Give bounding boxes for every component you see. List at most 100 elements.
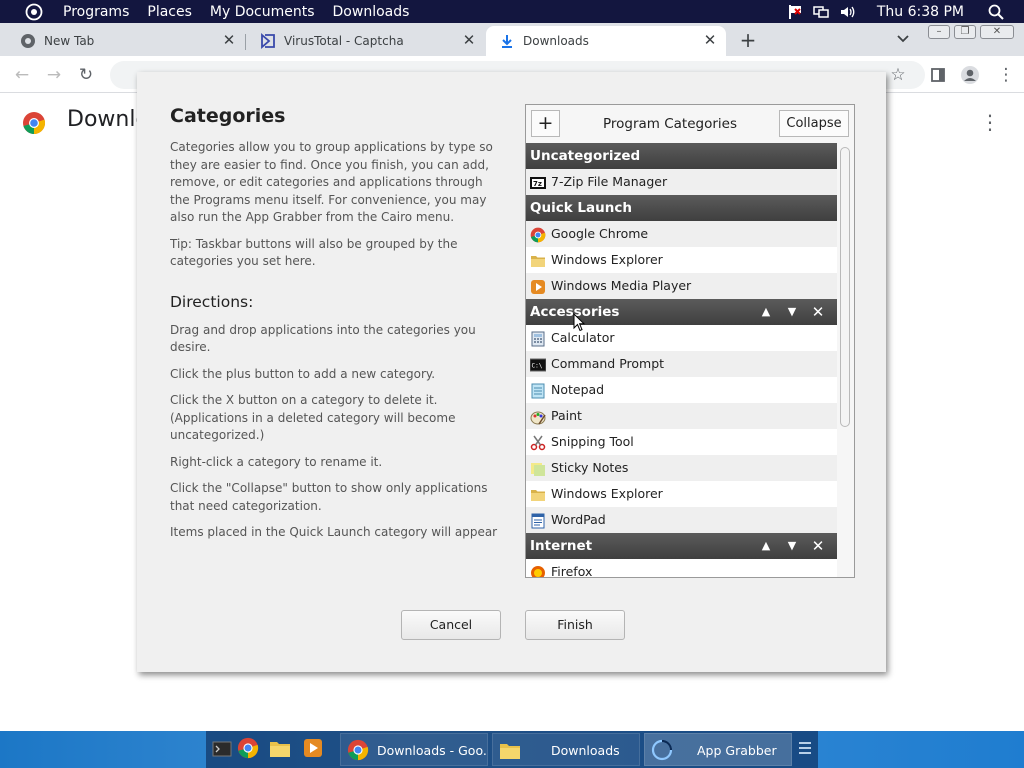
chevron-down-icon[interactable] bbox=[897, 32, 909, 47]
tab-title: VirusTotal - Captcha bbox=[284, 34, 404, 48]
chrome-icon[interactable] bbox=[237, 737, 261, 761]
side-panel-icon[interactable] bbox=[928, 65, 948, 85]
reload-icon[interactable]: ↻ bbox=[76, 65, 96, 85]
network-icon[interactable] bbox=[813, 4, 829, 20]
top-menu-bar: Programs Places My Documents Downloads T… bbox=[0, 0, 1024, 23]
app-name: Windows Media Player bbox=[551, 278, 692, 293]
svg-text:7z: 7z bbox=[533, 180, 542, 188]
app-item[interactable]: C:\ Command Prompt bbox=[526, 351, 837, 377]
app-item[interactable]: 7z 7-Zip File Manager bbox=[526, 169, 837, 195]
menu-places[interactable]: Places bbox=[147, 4, 192, 20]
more-options-icon[interactable]: ⋮ bbox=[980, 110, 1000, 134]
app-item[interactable]: Snipping Tool bbox=[526, 429, 837, 455]
close-tab-icon[interactable]: ✕ bbox=[702, 32, 718, 48]
tab-title: Downloads bbox=[523, 34, 589, 48]
media-player-icon[interactable] bbox=[302, 737, 326, 761]
category-header-quick-launch[interactable]: Quick Launch bbox=[526, 195, 837, 221]
app-item[interactable]: WordPad bbox=[526, 507, 837, 533]
app-item[interactable]: Windows Explorer bbox=[526, 247, 837, 273]
move-down-icon[interactable]: ▼ bbox=[779, 533, 805, 559]
intro-text: Categories allow you to group applicatio… bbox=[170, 140, 493, 224]
chrome-icon bbox=[20, 33, 36, 49]
collapse-button[interactable]: Collapse bbox=[779, 110, 849, 137]
paint-icon bbox=[530, 408, 546, 425]
forward-arrow-icon[interactable]: → bbox=[44, 65, 64, 85]
move-up-icon[interactable]: ▲ bbox=[753, 533, 779, 559]
app-name: Google Chrome bbox=[551, 226, 649, 241]
taskbar-menu-icon[interactable] bbox=[794, 737, 818, 761]
close-tab-icon[interactable]: ✕ bbox=[221, 32, 237, 48]
app-name: Snipping Tool bbox=[551, 434, 634, 449]
app-item[interactable]: Sticky Notes bbox=[526, 455, 837, 481]
taskbar-task-downloads-folder[interactable]: Downloads bbox=[492, 733, 640, 766]
app-item[interactable]: Windows Explorer bbox=[526, 481, 837, 507]
folder-icon bbox=[530, 486, 546, 502]
menu-programs[interactable]: Programs bbox=[63, 4, 129, 20]
task-label: Downloads - Goo... bbox=[377, 743, 488, 758]
move-down-icon[interactable]: ▼ bbox=[779, 299, 805, 325]
tab-virustotal[interactable]: VirusTotal - Captcha ✕ bbox=[240, 26, 485, 56]
category-name: Internet bbox=[530, 538, 593, 554]
app-name: Paint bbox=[551, 408, 582, 423]
profile-avatar-icon[interactable] bbox=[960, 65, 980, 85]
app-item[interactable]: Paint bbox=[526, 403, 837, 429]
app-item[interactable]: Firefox bbox=[526, 559, 837, 577]
cancel-button[interactable]: Cancel bbox=[401, 610, 501, 640]
delete-category-icon[interactable]: ✕ bbox=[805, 533, 831, 559]
category-name: Quick Launch bbox=[530, 200, 632, 216]
instructions-panel: Categories Categories allow you to group… bbox=[170, 104, 505, 544]
task-label: App Grabber bbox=[697, 743, 777, 758]
menu-kebab-icon[interactable]: ⋮ bbox=[996, 65, 1016, 85]
delete-category-icon[interactable]: ✕ bbox=[805, 299, 831, 325]
menu-my-documents[interactable]: My Documents bbox=[210, 4, 315, 20]
panel-title: Program Categories bbox=[602, 116, 738, 132]
move-up-icon[interactable]: ▲ bbox=[753, 299, 779, 325]
terminal-icon[interactable] bbox=[210, 737, 234, 761]
direction-item: Right-click a category to rename it. bbox=[170, 454, 383, 469]
7zip-icon: 7z bbox=[530, 174, 546, 190]
app-item[interactable]: Google Chrome bbox=[526, 221, 837, 247]
tab-downloads[interactable]: Downloads ✕ bbox=[486, 26, 726, 56]
new-tab-button[interactable]: + bbox=[738, 30, 758, 50]
direction-item: Click the plus button to add a new categ… bbox=[170, 366, 436, 381]
finish-button[interactable]: Finish bbox=[525, 610, 625, 640]
add-category-button[interactable]: + bbox=[531, 110, 560, 137]
scrollbar[interactable] bbox=[839, 145, 851, 575]
app-name: Command Prompt bbox=[551, 356, 665, 371]
app-item[interactable]: Windows Media Player bbox=[526, 273, 837, 299]
app-name: Windows Explorer bbox=[551, 486, 663, 501]
app-name: Sticky Notes bbox=[551, 460, 629, 475]
minimize-button[interactable]: – bbox=[928, 25, 950, 39]
direction-item: Items placed in the Quick Launch categor… bbox=[170, 525, 498, 544]
close-window-button[interactable]: ✕ bbox=[980, 25, 1014, 39]
scissors-icon bbox=[530, 434, 546, 451]
app-item[interactable]: Notepad bbox=[526, 377, 837, 403]
tab-title: New Tab bbox=[44, 34, 95, 48]
star-icon[interactable]: ☆ bbox=[888, 65, 908, 85]
clock[interactable]: Thu 6:38 PM bbox=[877, 4, 964, 20]
taskbar-task-chrome-downloads[interactable]: Downloads - Goo... bbox=[340, 733, 488, 766]
security-flag-icon[interactable] bbox=[787, 4, 803, 20]
category-header-uncategorized[interactable]: Uncategorized bbox=[526, 143, 837, 169]
scrollbar-thumb[interactable] bbox=[840, 147, 850, 427]
direction-item: Click the "Collapse" button to show only… bbox=[170, 481, 488, 513]
search-icon[interactable] bbox=[988, 4, 1004, 20]
folder-icon[interactable] bbox=[269, 737, 293, 761]
browser-tab-strip: New Tab ✕ VirusTotal - Captcha ✕ Downloa… bbox=[0, 23, 1024, 56]
categories-list[interactable]: Uncategorized 7z 7-Zip File Manager Quick L… bbox=[526, 143, 837, 577]
category-header-internet[interactable]: Internet ▲ ▼ ✕ bbox=[526, 533, 837, 559]
close-tab-icon[interactable]: ✕ bbox=[461, 32, 477, 48]
cmd-icon: C:\ bbox=[529, 356, 547, 372]
cairo-menu-icon[interactable] bbox=[23, 1, 45, 23]
tab-new-tab[interactable]: New Tab ✕ bbox=[0, 26, 245, 56]
chrome-icon bbox=[347, 739, 369, 761]
maximize-button[interactable]: ❐ bbox=[954, 25, 976, 39]
menu-downloads[interactable]: Downloads bbox=[333, 4, 410, 20]
sticky-note-icon bbox=[530, 460, 546, 476]
taskbar-task-app-grabber[interactable]: App Grabber bbox=[644, 733, 792, 766]
folder-icon bbox=[530, 252, 546, 268]
back-arrow-icon[interactable]: ← bbox=[12, 65, 32, 85]
mouse-cursor-icon bbox=[573, 312, 586, 336]
volume-icon[interactable] bbox=[839, 4, 855, 20]
chrome-icon bbox=[530, 226, 546, 243]
